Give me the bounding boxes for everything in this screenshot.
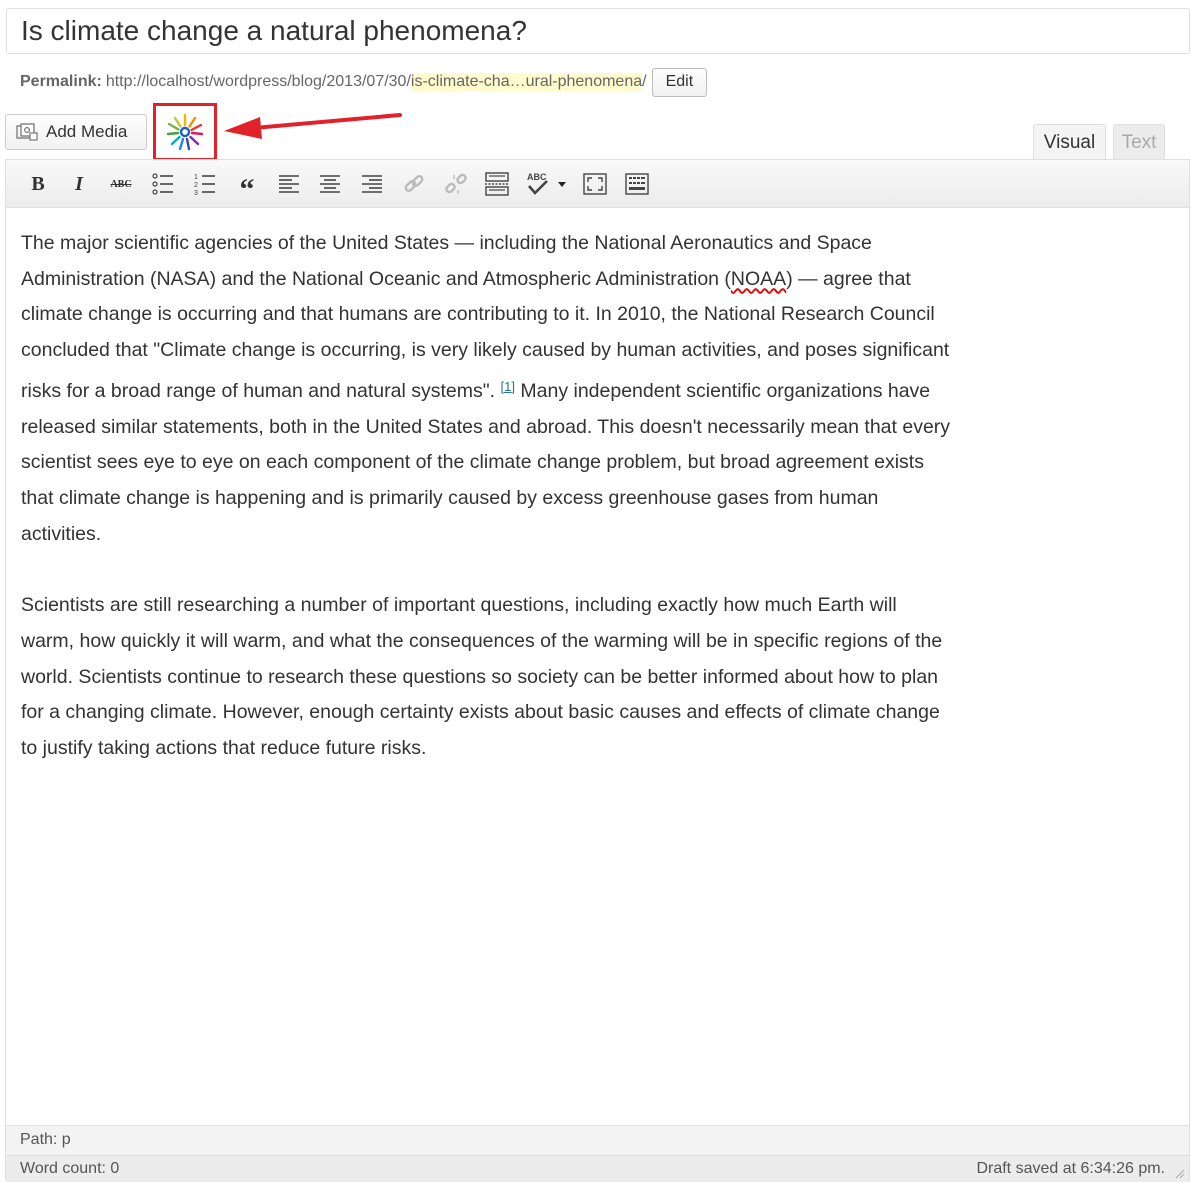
kitchen-sink-button[interactable]: [623, 170, 651, 198]
post-editor: B I ABC 123 “ ABC The major scientific a…: [5, 159, 1190, 1182]
spellcheck-button[interactable]: ABC: [525, 170, 567, 198]
misspelled-word-noaa: NOAA: [730, 267, 787, 290]
bold-button[interactable]: B: [24, 170, 52, 198]
draft-saved-status: Draft saved at 6:34:26 pm.: [976, 1160, 1165, 1177]
add-media-label: Add Media: [46, 122, 128, 141]
strikethrough-button[interactable]: ABC: [107, 170, 135, 198]
footnote-link[interactable]: [1]: [501, 379, 515, 394]
permalink-edit-button[interactable]: Edit: [651, 67, 708, 97]
align-right-icon: [362, 175, 382, 193]
strikethrough-icon: ABC: [110, 178, 132, 190]
numbered-list-button[interactable]: 123: [191, 170, 219, 198]
align-center-icon: [320, 175, 340, 193]
bullet-list-button[interactable]: [149, 170, 177, 198]
bold-icon: B: [31, 172, 45, 195]
kitchen-sink-icon: [625, 173, 649, 195]
align-left-icon: [279, 175, 299, 193]
status-bar: Word count: 0 Draft saved at 6:34:26 pm.: [6, 1155, 1189, 1182]
paragraph-1-text-c: Many independent scientific organization…: [21, 379, 951, 545]
post-title-input[interactable]: [7, 9, 1189, 53]
content-paragraph-1: The major scientific agencies of the Uni…: [21, 226, 951, 552]
svg-text:1: 1: [194, 174, 198, 181]
align-right-button[interactable]: [358, 170, 386, 198]
permalink-label: Permalink:: [20, 73, 102, 90]
unlink-button[interactable]: [442, 170, 470, 198]
fullscreen-icon: [583, 173, 607, 195]
sunburst-plugin-icon[interactable]: [165, 112, 205, 152]
permalink-slug[interactable]: is-climate-cha…ural-phenomena: [410, 73, 643, 91]
italic-button[interactable]: I: [65, 170, 93, 198]
editor-content[interactable]: The major scientific agencies of the Uni…: [21, 226, 951, 803]
permalink-base-url: http://localhost/wordpress/blog/2013/07/…: [105, 73, 411, 90]
link-button[interactable]: [400, 170, 428, 198]
numbered-list-icon: 123: [194, 174, 215, 195]
spellcheck-icon: ABC: [527, 172, 566, 195]
italic-icon: I: [75, 172, 83, 195]
word-count: Word count: 0: [20, 1160, 120, 1177]
editor-toolbar: B I ABC 123 “ ABC: [6, 160, 1189, 208]
permalink-trailing-slash: /: [642, 73, 647, 90]
blockquote-icon: “: [239, 173, 255, 206]
link-icon: [404, 175, 424, 192]
svg-text:2: 2: [194, 182, 198, 189]
media-icon: [16, 123, 38, 141]
svg-text:3: 3: [194, 190, 198, 195]
bullet-list-icon: [152, 173, 173, 195]
tab-text[interactable]: Text: [1113, 124, 1165, 160]
fullscreen-button[interactable]: [581, 170, 609, 198]
element-path: Path: p: [20, 1131, 71, 1148]
unlink-icon: [445, 173, 467, 194]
content-paragraph-2: Scientists are still researching a numbe…: [21, 594, 943, 760]
align-center-button[interactable]: [316, 170, 344, 198]
plugin-button-highlight[interactable]: [153, 103, 217, 161]
post-title-container: [6, 8, 1190, 54]
spellcheck-abc-label: ABC: [527, 172, 547, 182]
add-media-button[interactable]: Add Media: [5, 114, 147, 150]
annotation-arrow-icon: [224, 113, 402, 139]
read-more-button[interactable]: [483, 170, 511, 198]
path-bar: Path: p: [6, 1125, 1189, 1155]
align-left-button[interactable]: [275, 170, 303, 198]
permalink-row: Permalink: http://localhost/wordpress/bl…: [20, 67, 708, 97]
tab-visual[interactable]: Visual: [1033, 124, 1106, 161]
blockquote-button[interactable]: “: [233, 170, 261, 205]
resize-grip-icon[interactable]: [1173, 1167, 1185, 1179]
read-more-icon: [485, 172, 509, 196]
